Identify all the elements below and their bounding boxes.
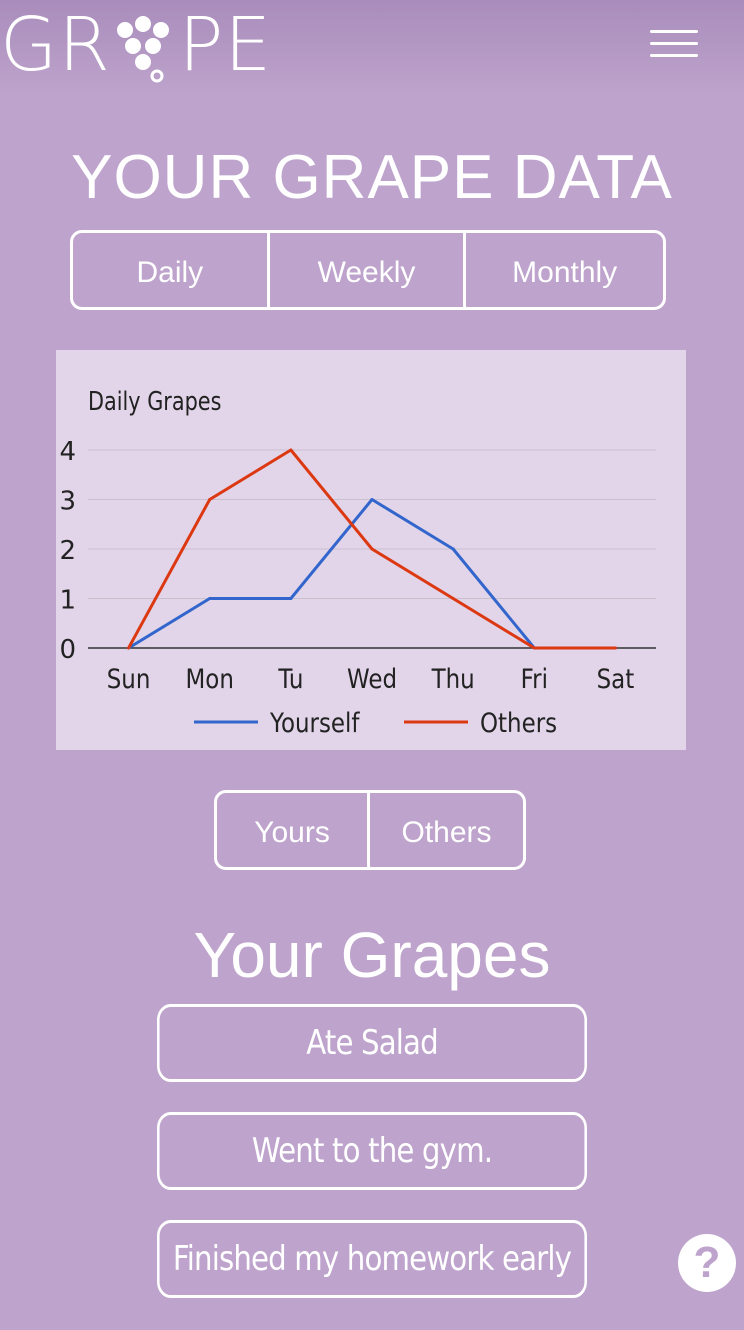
help-icon[interactable]: ? bbox=[678, 1234, 736, 1292]
app-header: GR PE bbox=[0, 0, 744, 96]
data-point bbox=[370, 498, 374, 501]
chart-svg: Daily Grapes 0 1 2 3 4 Sun Mon Tu Wed Thu Fri Sat You… bbox=[59, 386, 656, 738]
data-point bbox=[532, 646, 536, 650]
series-line-yourself bbox=[127, 498, 616, 650]
y-tick-label: 1 bbox=[59, 586, 76, 616]
y-tick-label: 0 bbox=[59, 635, 76, 665]
legend-label: Yourself bbox=[269, 707, 360, 738]
y-tick-label: 4 bbox=[59, 437, 76, 467]
tab-weekly[interactable]: Weekly bbox=[270, 233, 467, 307]
data-point bbox=[451, 597, 455, 600]
data-point bbox=[127, 646, 131, 650]
grape-logo[interactable]: GR PE bbox=[0, 2, 272, 88]
hamburger-menu-icon[interactable] bbox=[650, 30, 698, 62]
chart-title: Daily Grapes bbox=[88, 386, 221, 417]
x-tick-label: Thu bbox=[431, 663, 475, 694]
y-tick-label: 2 bbox=[59, 536, 76, 566]
section-title: Your Grapes bbox=[193, 919, 551, 991]
data-point bbox=[451, 547, 455, 551]
grape-item[interactable]: Ate Salad bbox=[157, 1004, 587, 1082]
x-tick-label: Wed bbox=[347, 663, 397, 694]
tab-daily[interactable]: Daily bbox=[73, 233, 270, 307]
grape-item[interactable]: Finished my homework early bbox=[157, 1220, 587, 1298]
logo-text-right: PE bbox=[178, 2, 273, 88]
data-point bbox=[208, 597, 212, 600]
y-tick-label: 3 bbox=[59, 487, 76, 517]
daily-grapes-chart: Daily Grapes 0 1 2 3 4 Sun Mon Tu Wed Thu Fri Sat You… bbox=[56, 350, 686, 750]
x-tick-label: Fri bbox=[521, 663, 548, 694]
tab-monthly[interactable]: Monthly bbox=[466, 233, 663, 307]
logo-text-left: GR bbox=[0, 2, 111, 88]
grape-item[interactable]: Went to the gym. bbox=[157, 1112, 587, 1190]
tab-others[interactable]: Others bbox=[370, 793, 523, 867]
x-tick-label: Tu bbox=[277, 663, 303, 694]
legend-label: Others bbox=[480, 707, 557, 738]
who-tabs: Yours Others bbox=[214, 790, 526, 870]
grape-cluster-icon bbox=[116, 16, 169, 83]
data-point bbox=[370, 547, 374, 551]
x-tick-label: Sat bbox=[597, 663, 635, 694]
page-title: YOUR GRAPE DATA bbox=[71, 143, 673, 212]
tab-yours[interactable]: Yours bbox=[217, 793, 371, 867]
period-tabs: Daily Weekly Monthly bbox=[70, 230, 666, 310]
x-tick-label: Mon bbox=[186, 663, 234, 694]
data-point bbox=[613, 646, 617, 650]
data-point bbox=[208, 498, 212, 501]
x-tick-label: Sun bbox=[107, 663, 151, 694]
data-point bbox=[289, 448, 293, 452]
data-point bbox=[289, 597, 293, 600]
